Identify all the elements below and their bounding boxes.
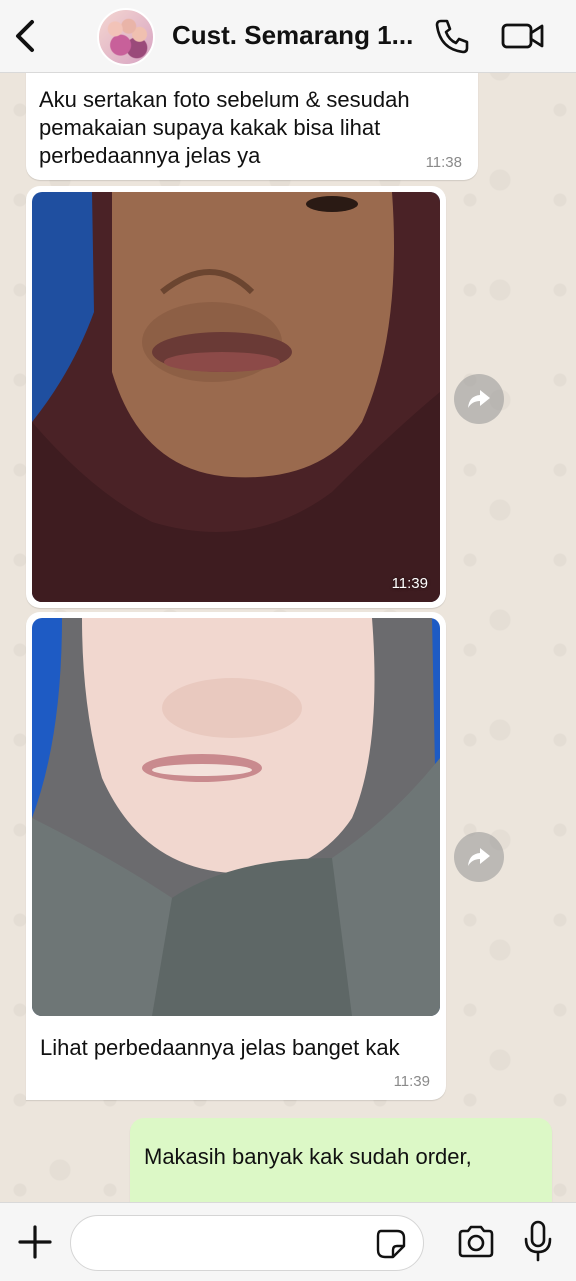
message-line: Makasih banyak kak sudah order, (144, 1144, 472, 1169)
video-call-button[interactable] (500, 18, 546, 54)
message-input[interactable] (91, 1226, 365, 1262)
message-line: pemakaian supaya kakak bisa lihat (39, 115, 381, 140)
forward-arrow-icon (468, 848, 490, 866)
voice-call-button[interactable] (432, 16, 472, 56)
message-input-bar (0, 1202, 576, 1281)
message-time: 11:39 (391, 575, 428, 592)
camera-button[interactable] (456, 1223, 496, 1261)
message-time: 11:39 (393, 1073, 430, 1090)
image-caption: Lihat perbedaannya jelas banget kak (40, 1035, 400, 1060)
message-text: Aku sertakan foto sebelum & sesudah pema… (39, 86, 410, 170)
sticker-icon (376, 1229, 406, 1259)
plus-icon (18, 1225, 52, 1259)
incoming-image-message[interactable]: 11:39 (26, 186, 446, 608)
message-line: perbedaannya jelas ya (39, 143, 261, 168)
voice-message-button[interactable] (522, 1219, 554, 1263)
sticker-button[interactable] (375, 1228, 407, 1260)
chevron-left-icon (16, 20, 34, 52)
incoming-image-message[interactable]: Lihat perbedaannya jelas banget kak 11:3… (26, 612, 446, 1100)
message-field[interactable] (70, 1215, 424, 1271)
forward-button[interactable] (454, 374, 504, 424)
after-photo[interactable] (32, 618, 440, 1016)
phone-icon (435, 19, 469, 54)
message-line: Aku sertakan foto sebelum & sesudah (39, 87, 410, 112)
forward-button[interactable] (454, 832, 504, 882)
back-button[interactable] (8, 14, 44, 58)
attach-button[interactable] (16, 1223, 54, 1261)
chat-header: Cust. Semarang 1... (0, 0, 576, 73)
contact-avatar[interactable] (97, 8, 155, 66)
forward-arrow-icon (468, 390, 490, 408)
camera-icon (458, 1225, 494, 1258)
video-camera-icon (501, 23, 544, 49)
message-time: 11:38 (425, 154, 462, 171)
contact-name[interactable]: Cust. Semarang 1... (172, 20, 413, 51)
incoming-message[interactable]: Aku sertakan foto sebelum & sesudah pema… (26, 66, 478, 180)
before-photo[interactable]: 11:39 (32, 192, 440, 602)
after-photo-image (32, 618, 440, 1016)
microphone-icon (524, 1220, 552, 1262)
before-photo-image (32, 192, 440, 602)
